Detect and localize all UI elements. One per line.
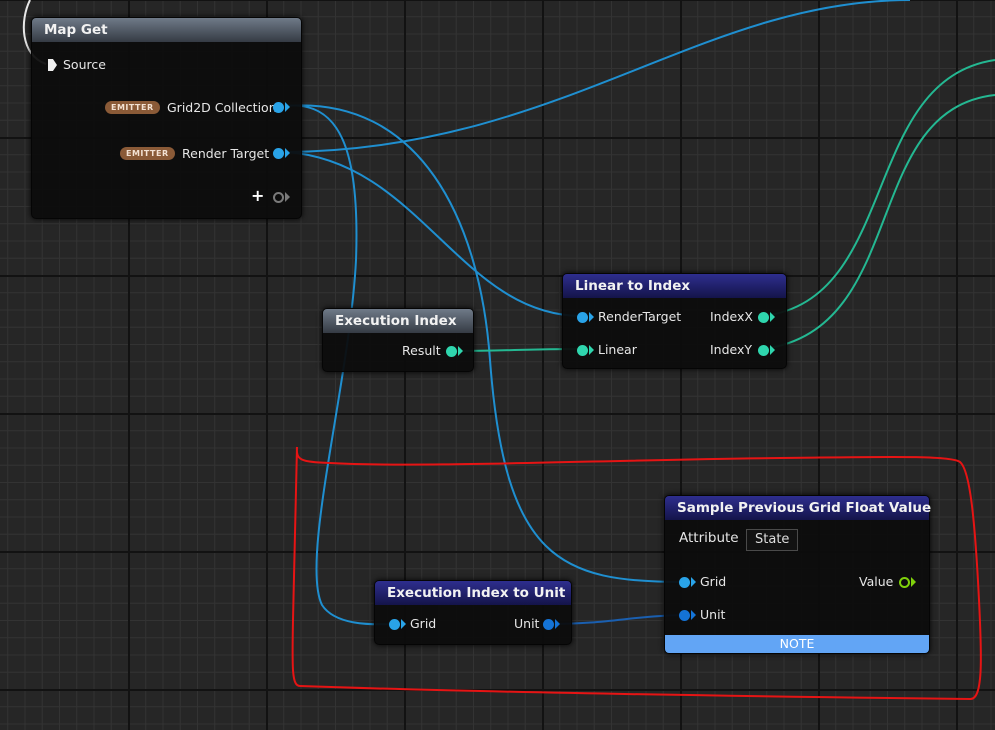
grid2d-collection-arrow [285,102,290,112]
linear-input-arrow [589,345,594,355]
rendertarget-input-label: RenderTarget [598,309,682,324]
sample-previous-title: Sample Previous Grid Float Value [665,496,931,520]
sample-unit-input-arrow [691,610,696,620]
indexx-label: IndexX [710,309,753,324]
indexy-label: IndexY [710,342,753,357]
render-target-pin[interactable] [273,148,284,159]
linear-to-index-title: Linear to Index [563,274,786,298]
add-output-pin[interactable] [273,192,284,203]
render-target-emitter-badge: EMITTER [120,147,175,160]
exec-unit-unit-output-pin[interactable] [543,619,554,630]
attribute-label: Attribute [679,530,739,546]
sample-grid-input-arrow [691,577,696,587]
rendertarget-input-pin[interactable] [577,312,588,323]
attribute-value-field[interactable]: State [746,529,799,551]
render-target-label: Render Target [182,146,270,161]
indexy-arrow [770,345,775,355]
wire-indexy-offscreen [762,94,995,350]
result-label: Result [402,343,441,358]
note-bar[interactable]: NOTE [665,635,929,653]
wire-rt-offscreen [284,0,911,153]
execution-index-node[interactable]: Execution Index Result [322,308,474,372]
linear-to-index-node[interactable]: Linear to Index RenderTarget IndexX Line… [562,273,787,369]
rendertarget-input-arrow [589,312,594,322]
wire-indexx-offscreen [762,59,995,317]
exec-unit-grid-input-arrow [401,619,406,629]
grid2d-emitter-badge: EMITTER [105,101,160,114]
sample-grid-input-pin[interactable] [679,577,690,588]
plus-icon[interactable]: + [251,186,264,205]
sample-unit-input-pin[interactable] [679,610,690,621]
exec-unit-grid-label: Grid [410,616,437,631]
render-target-arrow [285,148,290,158]
linear-input-pin[interactable] [577,345,588,356]
sample-unit-label: Unit [700,607,726,622]
source-label: Source [63,57,106,72]
grid2d-collection-pin[interactable] [273,102,284,113]
exec-unit-unit-output-arrow [555,619,560,629]
indexx-pin[interactable] [758,312,769,323]
sample-value-output-arrow [911,577,916,587]
sample-grid-label: Grid [700,574,727,589]
map-get-node[interactable]: Map Get Source EMITTER Grid2D Collection… [31,17,302,219]
add-output-arrow [285,192,290,202]
sample-previous-grid-float-value-node[interactable]: Sample Previous Grid Float Value Attribu… [664,495,931,654]
result-arrow [458,346,463,356]
execution-index-to-unit-node[interactable]: Execution Index to Unit Grid Unit [374,580,572,645]
grid2d-collection-label: Grid2D Collection [167,100,277,115]
result-pin[interactable] [446,346,457,357]
sample-value-output-pin[interactable] [899,577,910,588]
execution-index-to-unit-title: Execution Index to Unit [375,581,571,605]
linear-input-label: Linear [598,342,637,357]
source-exec-pin[interactable] [48,59,57,71]
sample-value-label: Value [859,574,894,589]
map-get-title: Map Get [32,18,301,42]
indexy-pin[interactable] [758,345,769,356]
indexx-arrow [770,312,775,322]
exec-unit-unit-label: Unit [514,616,540,631]
execution-index-title: Execution Index [323,309,473,333]
exec-unit-grid-input-pin[interactable] [389,619,400,630]
